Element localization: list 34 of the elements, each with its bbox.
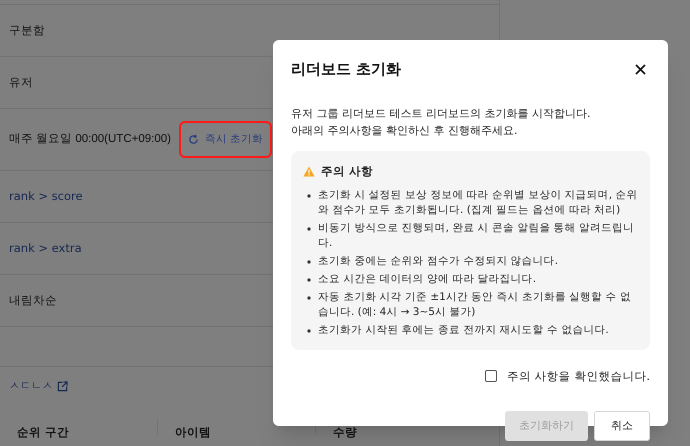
reset-now-button[interactable]: 즉시 초기화 [184, 126, 267, 154]
notice-item: 자동 초기화 시각 기준 ±1시간 동안 즉시 초기화를 실행할 수 없습니다. (예: 4시 → 3~5시 불가) [318, 290, 632, 320]
notice-item: 초기화 시 설정된 보상 정보에 따라 순위별 보상이 지급되며, 순위와 점수가 모두 초기화됩니다. (집계 필드는 옵션에 따라 처리) [318, 188, 638, 218]
notice-title: 주의 사항 [321, 162, 374, 180]
external-link-icon [57, 380, 68, 392]
description-text: 아래의 주의사항을 확인하신 후 진행해주세요. [291, 122, 518, 138]
column-header: 순위 구간 [17, 425, 70, 439]
notice-item: 소요 시간은 데이터의 양에 따라 달라집니다. [318, 272, 536, 287]
description-text: 유저 그룹 리더보드 테스트 리더보드의 초기화를 시작합니다. [291, 106, 592, 122]
dialog-title: 리더보드 초기화 [291, 59, 402, 80]
refresh-icon [188, 134, 199, 145]
checkbox-label[interactable]: 주의 사항을 확인했습니다. [507, 368, 650, 385]
bullet-icon [307, 194, 311, 198]
cancel-button[interactable]: 취소 [594, 411, 650, 441]
field-value: 유저 [9, 74, 33, 91]
bullet-icon [307, 260, 311, 264]
field-value: 구분함 [9, 22, 45, 39]
link[interactable]: rank > score [9, 188, 83, 206]
checkbox[interactable] [485, 370, 498, 382]
bullet-icon [307, 278, 311, 282]
section-link[interactable]: ㅅㄷㄴㅅ [9, 378, 53, 394]
warning-icon [303, 166, 315, 177]
field-value: 매주 월요일 00:00(UTC+09:00) [9, 132, 171, 147]
field-value: 내림차순 [9, 292, 57, 309]
column-header: 수량 [333, 425, 357, 439]
bullet-icon [307, 226, 311, 231]
link[interactable]: rank > extra [9, 240, 82, 258]
column-header: 아이템 [175, 425, 211, 439]
notice-item: 초기화 중에는 순위와 점수가 수정되지 않습니다. [318, 254, 558, 269]
bullet-icon [307, 328, 311, 333]
close-icon[interactable] [635, 64, 646, 75]
notice-item: 초기화가 시작된 후에는 종료 전까지 재시도할 수 없습니다. [318, 322, 609, 338]
notice-item: 비동기 방식으로 진행되며, 완료 시 콘솔 알림을 통해 알려드립니다. [318, 220, 636, 251]
bullet-icon [307, 296, 311, 300]
